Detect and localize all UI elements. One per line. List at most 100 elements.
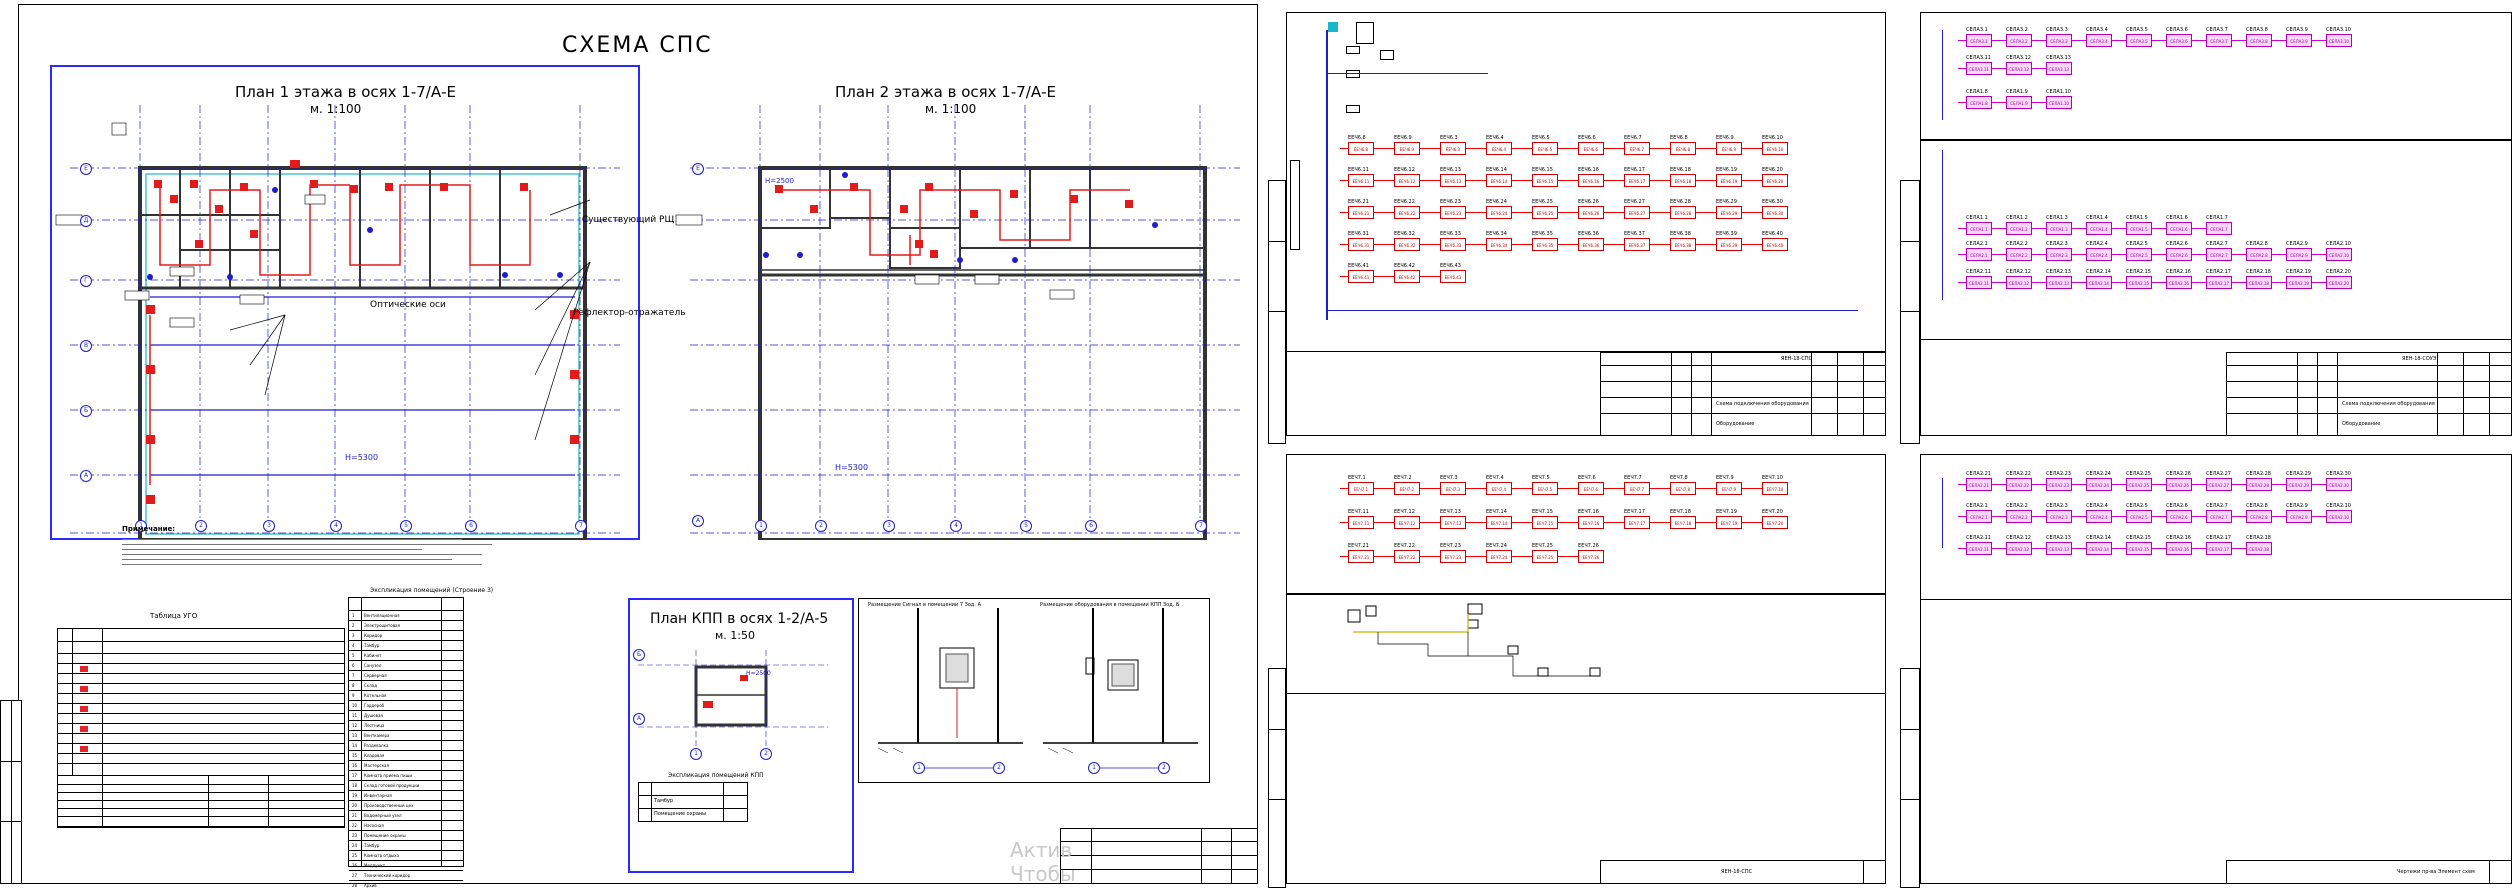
explication-row: 15 Кладовая [349,750,463,760]
device-chip: ЕЕЧ7.8 [1670,482,1696,495]
legend-title: Таблица УГО [150,612,198,620]
device-label: ЕЕЧ6.43 [1440,263,1461,269]
explication-room-number: 11 [352,713,358,718]
device-chip: СЕЛА2.15 [2126,542,2152,555]
device-chip: СЕЛА3.11 [1966,62,1992,75]
explication-room-number: 18 [352,783,358,788]
plan2-axis-7: 7 [1195,520,1207,532]
explication-row: 4 Тамбур [349,640,463,650]
device-chip: ЕЕЧ6.15 [1532,174,1558,187]
device-chip: ЕЕЧ6.25 [1532,206,1558,219]
device-label: ЕЕЧ6.30 [1762,199,1783,205]
explication-row: 10 Гардероб [349,700,463,710]
explication-room-name: Склад готовой продукции [364,783,420,788]
explication-room-name: Архив [364,883,377,888]
device-chip: СЕЛА3.7 [2206,34,2232,47]
device-chip: ЕЕЧ6.32 [1394,238,1420,251]
device-label: СЕЛА3.7 [2206,27,2228,33]
device-chip: ЕЕЧ7.5 [1532,482,1558,495]
device-chip: ЕЕЧ6.43 [1440,270,1466,283]
device-chip: ЕЕЧ7.22 [1394,550,1420,563]
device-label: ЕЕЧ6.35 [1532,231,1553,237]
explication-room-number: 10 [352,703,358,708]
device-chip: ЕЕЧ6.9 [1716,142,1742,155]
device-chip: СЕЛА2.25 [2126,478,2152,491]
explication-title: Экспликация помещений (Строение 3) [370,587,494,594]
device-chip: ЕЕЧ7.10 [1762,482,1788,495]
device-label: ЕЕЧ7.20 [1762,509,1783,515]
sheet-a-equipment: Оборудование [1716,421,1755,427]
device-chip: ЕЕЧ6.42 [1394,270,1420,283]
device-label: ЕЕЧ6.10 [1762,135,1783,141]
device-chip: ЕЕЧ6.36 [1578,238,1604,251]
device-chip: ЕЕЧ6.35 [1532,238,1558,251]
device-label: ЕЕЧ7.5 [1532,475,1550,481]
explication-room-number: 1 [352,613,355,618]
explication-room-number: 6 [352,663,355,668]
device-label: ЕЕЧ6.22 [1394,199,1415,205]
device-label: ЕЕЧ6.3 [1440,135,1458,141]
device-chip: ЕЕЧ6.17 [1624,174,1650,187]
device-chip: СЕЛА2.6 [2166,510,2192,523]
device-label: СЕЛА2.2 [2006,503,2028,509]
explication-room-name: Склад [364,683,377,688]
explication-room-name: Медпункт [364,863,386,868]
device-label: ЕЕЧ7.1 [1348,475,1366,481]
kpp-explication-title: Экспликация помещений КПП [668,772,764,779]
device-label: СЕЛА2.25 [2126,471,2151,477]
device-label: ЕЕЧ6.11 [1348,167,1369,173]
explication-room-name: Комната отдыха [364,853,399,858]
device-chip: СЕЛА2.6 [2166,248,2192,261]
explication-row: 28 Архив [349,880,463,888]
sheet-b-code: ЯЕН-18-СОУЭ [2402,356,2437,362]
device-chip: ЕЕЧ7.26 [1578,550,1604,563]
device-label: СЕЛА2.1 [1966,241,1988,247]
device-chip: СЕЛА3.3 [2046,34,2072,47]
device-label: ЕЕЧ6.14 [1486,167,1507,173]
device-chip: СЕЛА2.22 [2006,478,2032,491]
device-label: СЕЛА2.23 [2046,471,2071,477]
explication-room-number: 15 [352,753,358,758]
device-label: ЕЕЧ6.13 [1440,167,1461,173]
sheet-d-device-rows: СЕЛА2.21 СЕЛА2.21 СЕЛА2.22 СЕЛА2.22 СЕЛА2.23… [1900,448,2520,598]
device-label: ЕЕЧ6.34 [1486,231,1507,237]
explication-room-number: 28 [352,883,358,888]
device-chip: СЕЛА2.17 [2206,542,2232,555]
kpp-room-2: Помещение охраны [654,811,707,817]
device-label: СЕЛА2.14 [2086,269,2111,275]
device-label: СЕЛА2.29 [2286,471,2311,477]
device-chip: СЕЛА2.14 [2086,542,2112,555]
device-label: СЕЛА1.4 [2086,215,2108,221]
explication-room-number: 23 [352,833,358,838]
device-label: ЕЕЧ7.15 [1532,509,1553,515]
device-chip: СЕЛА2.13 [2046,276,2072,289]
device-label: СЕЛА2.2 [2006,241,2028,247]
device-chip: СЕЛА1.2 [2006,222,2032,235]
device-label: ЕЕЧ6.8 [1348,135,1366,141]
device-label: СЕЛА2.7 [2206,241,2228,247]
device-label: СЕЛА1.7 [2206,215,2228,221]
device-chip: ЕЕЧ6.18 [1670,174,1696,187]
device-label: ЕЕЧ6.21 [1348,199,1369,205]
sheet-a: ЕЕЧ6.8 ЕЕЧ6.8 ЕЕЧ6.9 ЕЕЧ6.9 ЕЕЧ6.3 ЕЕЧ6.3 ЕЕЧ6… [1268,0,1894,444]
device-label: ЕЕЧ7.4 [1486,475,1504,481]
plan1-axis-b: Д [80,215,92,227]
device-label: СЕЛА1.6 [2166,215,2188,221]
explication-room-name: Помещение охраны [364,833,406,838]
device-label: СЕЛА3.3 [2046,27,2068,33]
explication-row: 25 Комната отдыха [349,850,463,860]
plan1-axis-e: Б [80,405,92,417]
sheet-d-stamp: Чертежи пр-ва Элемент схем [2397,869,2475,875]
device-chip: ЕЕЧ7.14 [1486,516,1512,529]
left-title-block [1060,828,1258,884]
device-label: СЕЛА2.20 [2326,269,2351,275]
explication-row: 21 Водомерный узел [349,810,463,820]
explication-row: 20 Производственный цех [349,800,463,810]
explication-room-name: Производственный цех [364,803,414,808]
device-chip: СЕЛА2.8 [2246,248,2272,261]
sheet-c-code: ЯЕН-18-СПС [1721,869,1753,875]
device-label: СЕЛА3.4 [2086,27,2108,33]
device-label: СЕЛА2.24 [2086,471,2111,477]
device-label: ЕЕЧ7.13 [1440,509,1461,515]
sheet-b-title-block: ЯЕН-18-СОУЭ Схема подключения оборудован… [2226,352,2512,436]
